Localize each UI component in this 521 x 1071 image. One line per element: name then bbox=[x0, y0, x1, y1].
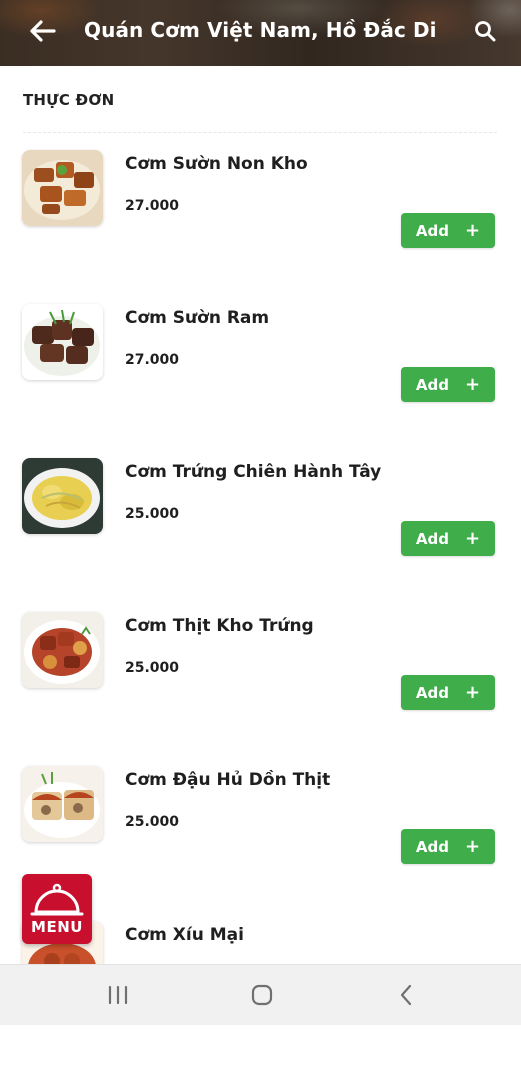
chevron-left-icon bbox=[400, 984, 412, 1006]
menu-item: Cơm Sườn Ram 27.000 Add + bbox=[0, 304, 521, 454]
menu-section-title: THỰC ĐƠN bbox=[23, 91, 115, 109]
back-button[interactable] bbox=[28, 16, 58, 46]
system-nav-bar bbox=[0, 964, 521, 1025]
search-icon bbox=[475, 21, 496, 42]
search-button[interactable] bbox=[471, 17, 499, 45]
add-label: Add bbox=[415, 683, 449, 702]
arrow-left-icon bbox=[30, 20, 56, 42]
dish-name: Cơm Sườn Non Kho bbox=[125, 154, 308, 174]
add-to-cart-button[interactable]: Add + bbox=[401, 675, 495, 710]
recents-button[interactable] bbox=[98, 979, 138, 1011]
dish-image[interactable] bbox=[22, 304, 103, 380]
add-to-cart-button[interactable]: Add + bbox=[401, 213, 495, 248]
dish-name: Cơm Sườn Ram bbox=[125, 308, 270, 328]
add-label: Add bbox=[415, 837, 449, 856]
section-divider bbox=[23, 132, 497, 133]
dish-name: Cơm Trứng Chiên Hành Tây bbox=[125, 462, 382, 482]
app-header: Quán Cơm Việt Nam, Hồ Đắc Di bbox=[0, 0, 521, 66]
dish-image[interactable] bbox=[22, 766, 103, 842]
menu-badge-label: MENU bbox=[31, 918, 83, 936]
dish-image[interactable] bbox=[22, 612, 103, 688]
plus-icon: + bbox=[465, 527, 481, 549]
home-icon bbox=[251, 984, 273, 1006]
dish-price: 25.000 bbox=[125, 814, 180, 830]
add-label: Add bbox=[415, 375, 449, 394]
dish-name: Cơm Xíu Mại bbox=[125, 925, 244, 945]
add-to-cart-button[interactable]: Add + bbox=[401, 367, 495, 402]
dish-price: 27.000 bbox=[125, 198, 180, 214]
add-to-cart-button[interactable]: Add + bbox=[401, 829, 495, 864]
menu-item: Cơm Thịt Kho Trứng 25.000 Add + bbox=[0, 612, 521, 762]
menu-item: Cơm Sườn Non Kho 27.000 Add + bbox=[0, 150, 521, 300]
add-label: Add bbox=[415, 221, 449, 240]
plus-icon: + bbox=[465, 681, 481, 703]
menu-item: Cơm Trứng Chiên Hành Tây 25.000 Add + bbox=[0, 458, 521, 608]
dish-price: 25.000 bbox=[125, 660, 180, 676]
system-back-button[interactable] bbox=[386, 979, 426, 1011]
dish-name: Cơm Đậu Hủ Dồn Thịt bbox=[125, 770, 331, 790]
plus-icon: + bbox=[465, 219, 481, 241]
plus-icon: + bbox=[465, 373, 481, 395]
restaurant-title: Quán Cơm Việt Nam, Hồ Đắc Di bbox=[84, 18, 437, 42]
add-label: Add bbox=[415, 529, 449, 548]
dish-price: 25.000 bbox=[125, 506, 180, 522]
dish-image[interactable] bbox=[22, 150, 103, 226]
cloche-icon bbox=[30, 883, 84, 916]
recents-icon bbox=[108, 985, 128, 1005]
home-button[interactable] bbox=[242, 979, 282, 1011]
dish-name: Cơm Thịt Kho Trứng bbox=[125, 616, 314, 636]
dish-image[interactable] bbox=[22, 458, 103, 534]
plus-icon: + bbox=[465, 835, 481, 857]
dish-price: 27.000 bbox=[125, 352, 180, 368]
menu-float-button[interactable]: MENU bbox=[22, 874, 92, 944]
add-to-cart-button[interactable]: Add + bbox=[401, 521, 495, 556]
